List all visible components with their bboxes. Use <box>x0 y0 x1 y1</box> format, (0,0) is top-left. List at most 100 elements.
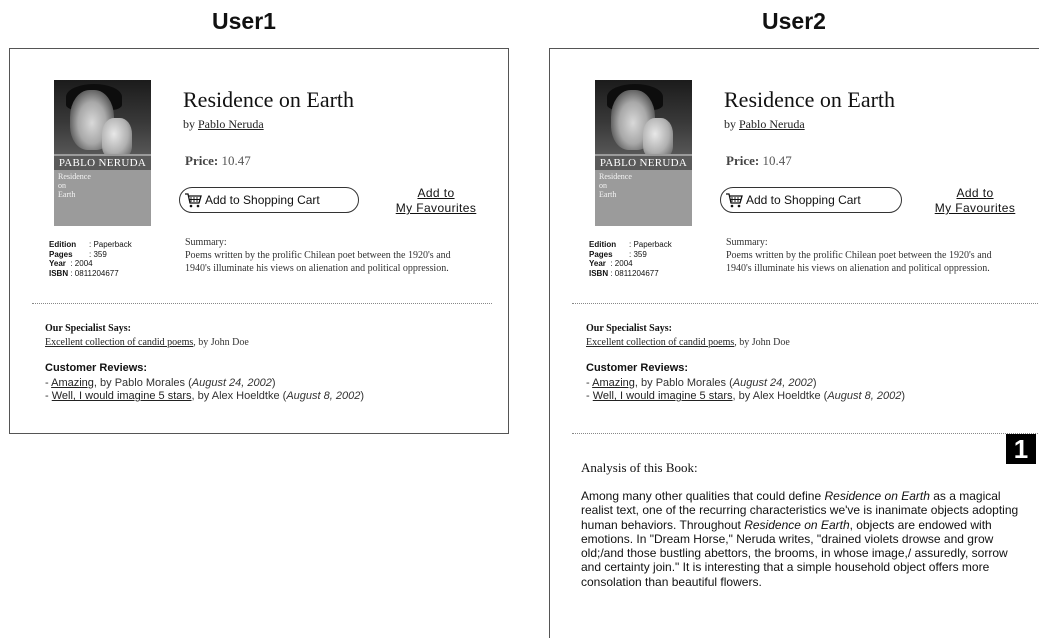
add-to-cart-button[interactable]: Add to Shopping Cart <box>179 187 359 213</box>
specialist-heading: Our Specialist Says: <box>45 323 131 334</box>
review-by: , by Alex Hoeldtke ( <box>732 390 828 402</box>
price-value: 10.47 <box>221 153 251 168</box>
fav-line2: My Favourites <box>395 201 477 215</box>
shopping-cart-icon <box>185 193 202 208</box>
review-close: ) <box>901 390 906 402</box>
summary-label: Summary: <box>726 237 768 248</box>
pages-label: Pages <box>49 249 73 259</box>
analysis-part: Among many other qualities that could de… <box>581 489 825 503</box>
specialist-comment: Excellent collection of candid poems, by… <box>45 337 249 348</box>
add-to-favourites-link[interactable]: Add to My Favourites <box>925 186 1025 216</box>
review-item: - Well, I would imagine 5 stars, by Alex… <box>586 390 905 402</box>
year-value: : 2004 <box>70 259 93 268</box>
user1-heading: User1 <box>212 8 276 34</box>
summary: Summary: Poems written by the prolific C… <box>726 236 1016 275</box>
review-close: ) <box>271 377 276 389</box>
specialist-suffix: , by John Doe <box>734 337 790 348</box>
review-link[interactable]: Well, I would imagine 5 stars <box>593 390 733 402</box>
by-prefix: by <box>183 117 198 131</box>
edition-label: Edition <box>589 240 617 249</box>
by-prefix: by <box>724 117 739 131</box>
year-label: Year <box>49 259 66 268</box>
cover-title-text: Residence on Earth <box>599 172 632 199</box>
author-link[interactable]: Pablo Neruda <box>739 117 805 131</box>
price-label: Price: <box>185 153 219 168</box>
reviews-heading: Customer Reviews: <box>586 362 689 374</box>
add-to-cart-label: Add to Shopping Cart <box>205 193 320 207</box>
specialist-suffix: , by John Doe <box>193 337 249 348</box>
add-to-favourites-link[interactable]: Add to My Favourites <box>386 186 486 216</box>
review-link[interactable]: Amazing <box>51 377 94 389</box>
specialist-link[interactable]: Excellent collection of candid poems <box>45 337 193 348</box>
specialist-heading: Our Specialist Says: <box>586 323 672 334</box>
pages-label: Pages <box>589 249 613 259</box>
cover-author-text: PABLO NERUDA <box>54 156 151 170</box>
analysis-book-title: Residence on Earth <box>744 517 850 532</box>
analysis-divider <box>572 433 1039 434</box>
review-date: August 24, 2002 <box>732 377 813 389</box>
shopping-cart-icon <box>726 193 743 208</box>
year-label: Year <box>589 259 606 268</box>
edition-value: : Paperback <box>629 240 672 249</box>
edition-label: Edition <box>49 240 77 249</box>
analysis-text: Among many other qualities that could de… <box>581 489 1031 589</box>
review-link[interactable]: Well, I would imagine 5 stars <box>52 390 192 402</box>
add-to-cart-button[interactable]: Add to Shopping Cart <box>720 187 902 213</box>
summary-label: Summary: <box>185 237 227 248</box>
price: Price: 10.47 <box>726 153 792 169</box>
year-value: : 2004 <box>610 259 633 268</box>
user2-panel: PABLO NERUDA Residence on Earth Edition:… <box>549 48 1039 638</box>
isbn-value: : 0811204677 <box>610 268 659 278</box>
section-divider <box>32 303 492 304</box>
book-title: Residence on Earth <box>724 87 896 112</box>
add-to-cart-label: Add to Shopping Cart <box>746 193 861 207</box>
fav-line1: Add to <box>417 186 455 200</box>
analysis-book-title: Residence on Earth <box>824 489 930 503</box>
review-close: ) <box>812 377 817 389</box>
cover-title-text: Residence on Earth <box>58 172 91 199</box>
author-link[interactable]: Pablo Neruda <box>198 117 264 131</box>
summary-text: Poems written by the prolific Chilean po… <box>726 250 992 274</box>
review-close: ) <box>360 390 365 402</box>
section-divider <box>572 303 1039 304</box>
book-title: Residence on Earth <box>183 87 355 112</box>
review-date: August 8, 2002 <box>827 390 902 402</box>
price-label: Price: <box>726 153 760 168</box>
review-date: August 8, 2002 <box>286 390 361 402</box>
review-item: - Amazing, by Pablo Morales (August 24, … <box>45 377 276 389</box>
review-link[interactable]: Amazing <box>592 377 635 389</box>
review-prefix: - <box>586 390 593 402</box>
review-by: , by Alex Hoeldtke ( <box>191 390 287 402</box>
review-item: - Amazing, by Pablo Morales (August 24, … <box>586 377 817 389</box>
book-cover-image[interactable]: PABLO NERUDA Residence on Earth <box>54 80 151 226</box>
fav-line1: Add to <box>956 186 994 200</box>
specialist-link[interactable]: Excellent collection of candid poems <box>586 337 734 348</box>
book-cover-image[interactable]: PABLO NERUDA Residence on Earth <box>595 80 692 226</box>
specialist-comment: Excellent collection of candid poems, by… <box>586 337 790 348</box>
analysis-heading: Analysis of this Book: <box>581 460 698 475</box>
summary-text: Poems written by the prolific Chilean po… <box>185 250 451 274</box>
summary: Summary: Poems written by the prolific C… <box>185 236 475 275</box>
byline: by Pablo Neruda <box>183 117 264 132</box>
fav-line2: My Favourites <box>934 201 1016 215</box>
review-date: August 24, 2002 <box>191 377 272 389</box>
annotation-badge: 1 <box>1006 434 1036 464</box>
pages-value: : 359 <box>89 249 107 259</box>
book-details: Edition : Paperback Pages : 359 Year : 200… <box>589 240 672 278</box>
review-by: , by Pablo Morales ( <box>93 377 192 389</box>
isbn-label: ISBN <box>589 268 609 278</box>
user2-heading: User2 <box>762 8 826 34</box>
review-by: , by Pablo Morales ( <box>634 377 733 389</box>
byline: by Pablo Neruda <box>724 117 805 132</box>
pages-value: : 359 <box>629 249 647 259</box>
review-prefix: - <box>45 390 52 402</box>
price-value: 10.47 <box>762 153 792 168</box>
edition-value: : Paperback <box>89 240 132 249</box>
book-details: Edition : Paperback Pages : 359 Year : 200… <box>49 240 132 278</box>
isbn-value: : 0811204677 <box>70 268 119 278</box>
price: Price: 10.47 <box>185 153 251 169</box>
isbn-label: ISBN <box>49 268 69 278</box>
review-item: - Well, I would imagine 5 stars, by Alex… <box>45 390 364 402</box>
reviews-heading: Customer Reviews: <box>45 362 148 374</box>
user1-panel: PABLO NERUDA Residence on Earth Edition:… <box>9 48 509 434</box>
